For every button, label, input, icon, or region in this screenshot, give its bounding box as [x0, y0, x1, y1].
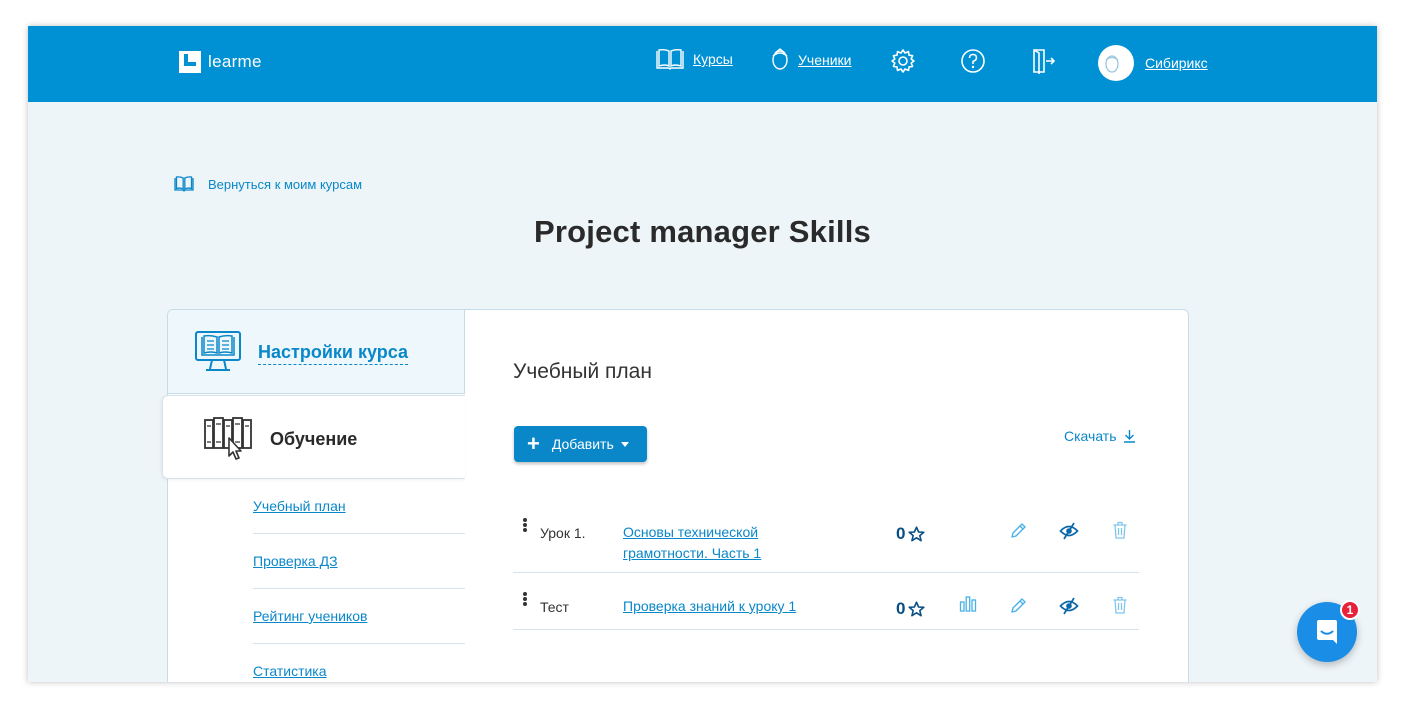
sidebar-item-curriculum[interactable]: Учебный план — [253, 479, 465, 534]
eye-icon[interactable] — [1059, 522, 1079, 540]
logo-mark — [179, 51, 201, 73]
course-card: Настройки курса Обучение Учебный план Пр… — [162, 309, 1189, 682]
table-row: Тест Проверка знаний к уроку 1 0 — [513, 573, 1139, 630]
add-button-label: Добавить — [551, 436, 614, 452]
nav-courses[interactable]: Курсы — [655, 48, 733, 70]
sidebar-item-homework-check[interactable]: Проверка ДЗ — [253, 534, 465, 589]
learning-label: Обучение — [270, 429, 358, 449]
sidebar-item-label: Рейтинг учеников — [253, 608, 368, 624]
course-settings-tab[interactable]: Настройки курса — [168, 310, 465, 394]
nav-courses-label: Курсы — [693, 51, 733, 67]
sidebar-item-label: Проверка ДЗ — [253, 553, 338, 569]
avatar — [1098, 45, 1134, 81]
download-icon — [1123, 430, 1135, 443]
nav-students[interactable]: Ученики — [770, 48, 851, 72]
chart-icon[interactable] — [959, 595, 977, 613]
book-icon — [656, 48, 684, 70]
add-button[interactable]: + Добавить — [514, 426, 647, 462]
student-icon — [772, 48, 788, 70]
page-title: Project manager Skills — [534, 214, 871, 249]
nav-students-label: Ученики — [798, 52, 852, 68]
user-name: Сибирикс — [1145, 55, 1208, 71]
sidebar-item-label: Статистика — [253, 663, 327, 679]
top-bar: learme Курсы Ученики Сибирикс — [28, 26, 1377, 102]
logo[interactable]: learme — [179, 51, 262, 73]
settings-button[interactable] — [890, 48, 916, 79]
row-kind: Тест — [540, 599, 569, 615]
logo-text: learme — [208, 52, 262, 71]
gear-icon — [891, 49, 915, 73]
library-pointer-icon — [204, 417, 252, 460]
download-label: Скачать — [1064, 428, 1117, 444]
help-button[interactable] — [960, 48, 986, 79]
curriculum-panel: Учебный план + Добавить Скачать Урок 1. … — [513, 310, 1143, 682]
learning-tab[interactable]: Обучение — [162, 395, 465, 479]
trash-icon[interactable] — [1112, 521, 1128, 539]
row-stars-value: 0 — [896, 524, 906, 543]
back-to-courses-link[interactable]: Вернуться к моим курсам — [174, 176, 362, 192]
monitor-book-icon — [195, 331, 241, 371]
table-row: Урок 1. Основы технической грамотности. … — [513, 498, 1139, 573]
course-settings-label: Настройки курса — [258, 342, 408, 365]
open-book-icon — [174, 176, 194, 192]
caret-down-icon — [620, 441, 629, 447]
back-link-label: Вернуться к моим курсам — [208, 176, 363, 192]
logout-button[interactable] — [1030, 48, 1056, 79]
logout-icon — [1033, 49, 1056, 74]
row-kind: Урок 1. — [540, 525, 586, 541]
download-link[interactable]: Скачать — [1064, 428, 1136, 444]
sidebar-item-label: Учебный план — [253, 498, 346, 514]
trash-icon[interactable] — [1112, 596, 1128, 614]
row-stars-value: 0 — [896, 599, 906, 618]
pencil-icon[interactable] — [1009, 522, 1027, 540]
star-icon — [908, 526, 926, 542]
row-title-link[interactable]: Основы технической грамотности. Часть 1 — [623, 522, 813, 564]
drag-handle-icon[interactable] — [521, 592, 529, 607]
curriculum-title: Учебный план — [513, 360, 652, 383]
sidebar-item-student-rating[interactable]: Рейтинг учеников — [253, 589, 465, 644]
chat-icon — [1317, 620, 1337, 644]
sidebar-item-statistics[interactable]: Статистика — [253, 644, 465, 682]
notification-badge: 1 — [1340, 600, 1360, 620]
avatar-icon — [1105, 55, 1119, 73]
row-stars: 0 — [896, 524, 926, 544]
user-menu[interactable]: Сибирикс — [1098, 45, 1208, 81]
row-stars: 0 — [896, 599, 926, 619]
plus-icon: + — [527, 431, 540, 456]
row-title-link[interactable]: Проверка знаний к уроку 1 — [623, 596, 883, 617]
star-icon — [908, 601, 926, 617]
help-icon — [961, 49, 985, 73]
drag-handle-icon[interactable] — [521, 518, 529, 533]
pencil-icon[interactable] — [1009, 597, 1027, 615]
app-frame: learme Курсы Ученики Сибирикс Вернуться … — [28, 26, 1377, 682]
eye-icon[interactable] — [1059, 597, 1079, 615]
